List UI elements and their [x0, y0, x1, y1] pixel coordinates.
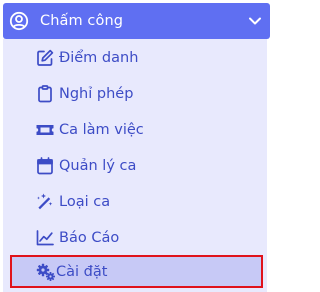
menu-item-label: Nghỉ phép: [59, 86, 134, 102]
user-circle-icon: [9, 11, 29, 31]
menu-item-leave[interactable]: Nghỉ phép: [3, 76, 267, 112]
attendance-menu-label: Chấm công: [40, 13, 124, 29]
menu-item-shift-type[interactable]: Loại ca: [3, 184, 267, 220]
ticket-icon: [35, 120, 55, 140]
menu-item-label: Loại ca: [59, 194, 111, 210]
chevron-down-icon[interactable]: [248, 15, 262, 27]
menu-item-label: Cài đặt: [56, 264, 108, 280]
menu-item-work-shift[interactable]: Ca làm việc: [3, 112, 267, 148]
menu-item-label: Báo Cáo: [59, 230, 120, 246]
gears-icon: [36, 262, 56, 282]
line-chart-icon: [35, 228, 55, 248]
attendance-submenu: Điểm danh Nghỉ phép Ca làm việc Quản lý …: [3, 39, 267, 292]
menu-item-check-in[interactable]: Điểm danh: [3, 40, 267, 76]
calendar-icon: [35, 156, 55, 176]
menu-item-label: Quản lý ca: [59, 158, 137, 174]
magic-wand-icon: [35, 192, 55, 212]
menu-item-label: Ca làm việc: [59, 122, 144, 138]
menu-item-label: Điểm danh: [59, 50, 139, 66]
edit-icon: [35, 48, 55, 68]
menu-item-shift-management[interactable]: Quản lý ca: [3, 148, 267, 184]
menu-item-settings[interactable]: Cài đặt: [10, 255, 263, 288]
attendance-menu-header[interactable]: Chấm công: [3, 3, 270, 39]
clipboard-icon: [35, 84, 55, 104]
menu-item-report[interactable]: Báo Cáo: [3, 220, 267, 256]
sidebar-menu: Chấm công Điểm danh Nghỉ phép Ca làm việ…: [0, 0, 271, 292]
